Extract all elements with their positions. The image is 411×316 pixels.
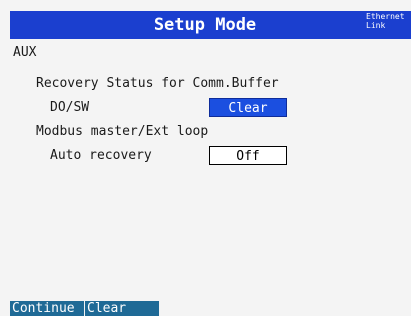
auto-recovery-field[interactable]: Off [209,146,287,165]
modbus-heading: Modbus master/Ext loop [36,124,209,139]
ethernet-status-text: Ethernet [366,12,405,21]
softkey-bar: Continue Clear [10,301,411,316]
clear-softkey[interactable]: Clear [85,301,159,316]
auto-recovery-label: Auto recovery [50,148,152,163]
do-sw-label: DO/SW [50,100,90,115]
setup-mode-screen: Setup Mode Ethernet Link AUX Recovery St… [0,0,411,316]
page-title: Setup Mode [153,15,257,35]
title-bar: Setup Mode Ethernet Link [10,11,411,39]
ethernet-link-status: Ethernet Link [366,12,411,30]
continue-softkey[interactable]: Continue [10,301,84,316]
section-label-aux: AUX [13,45,37,60]
link-status-text: Link [366,21,386,30]
do-sw-clear-field[interactable]: Clear [209,98,287,117]
recovery-status-heading: Recovery Status for Comm.Buffer [36,76,279,91]
